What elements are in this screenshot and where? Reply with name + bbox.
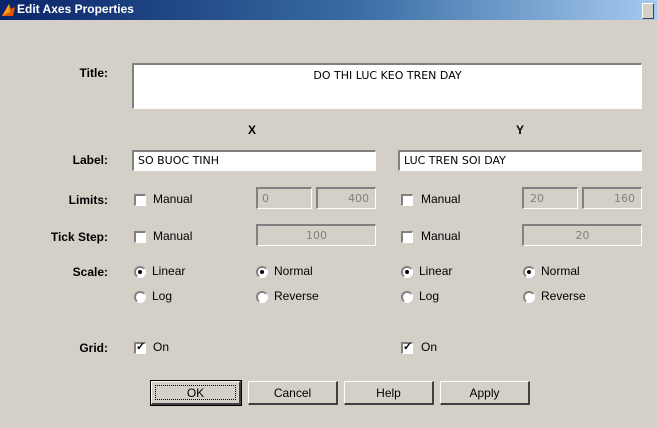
radio-selected-dot (405, 270, 409, 274)
window-control-button[interactable] (642, 3, 654, 19)
x-direction-normal-radio[interactable] (256, 266, 268, 278)
x-grid-checkbox[interactable]: ✓ (134, 341, 146, 354)
y-direction-reverse-label: Reverse (541, 289, 586, 303)
y-limits-manual-checkbox[interactable] (401, 194, 413, 206)
title-bar[interactable]: Edit Axes Properties (0, 0, 657, 20)
y-direction-normal-radio[interactable] (523, 266, 535, 278)
x-limits-manual-label: Manual (153, 192, 193, 206)
y-tick-manual-checkbox[interactable] (401, 231, 413, 243)
help-button-label: Help (376, 386, 401, 400)
y-label-field[interactable]: LUC TREN SOI DAY (398, 150, 642, 171)
y-direction-normal-label: Normal (541, 264, 580, 278)
y-tick-step-field[interactable]: 20 (522, 224, 642, 246)
window-title: Edit Axes Properties (17, 2, 134, 16)
title-field[interactable]: DO THI LUC KEO TREN DAY (132, 63, 642, 109)
checkmark-icon: ✓ (136, 341, 146, 353)
y-scale-log-radio[interactable] (401, 291, 413, 303)
scale-label: Scale: (72, 265, 108, 279)
x-tick-step-field[interactable]: 100 (256, 224, 376, 246)
y-scale-log-label: Log (419, 289, 440, 303)
edit-axes-dialog: Edit Axes Properties Title: DO THI LUC K… (0, 0, 657, 428)
apply-button-label: Apply (469, 386, 500, 400)
x-tick-manual-checkbox[interactable] (134, 231, 146, 243)
x-axis-header: X (248, 123, 257, 137)
x-limit-min-field[interactable]: 0 (256, 187, 312, 209)
grid-label: Grid: (79, 341, 108, 355)
x-grid-on-label: On (153, 340, 170, 354)
cancel-button-label: Cancel (273, 386, 312, 400)
y-scale-linear-radio[interactable] (401, 266, 413, 278)
x-scale-linear-radio[interactable] (134, 266, 146, 278)
ok-button[interactable]: OK (150, 380, 242, 406)
y-axis-header: Y (516, 123, 525, 137)
y-limit-max-field[interactable]: 160 (582, 187, 642, 209)
x-limits-manual-checkbox[interactable] (134, 194, 146, 206)
x-tick-step-value: 100 (306, 229, 327, 242)
focus-rectangle (155, 385, 236, 400)
y-label-value: LUC TREN SOI DAY (404, 154, 506, 167)
y-limit-min-field[interactable]: 20 (522, 187, 578, 209)
title-value: DO THI LUC KEO TREN DAY (313, 69, 462, 82)
y-limits-manual-label: Manual (421, 192, 461, 206)
x-scale-log-label: Log (152, 289, 173, 303)
radio-selected-dot (138, 270, 142, 274)
tick-step-label: Tick Step: (50, 230, 108, 244)
y-grid-on-label: On (421, 340, 438, 354)
y-tick-step-value: 20 (575, 229, 590, 242)
x-label-field[interactable]: SO BUOC TINH (132, 150, 376, 171)
x-label-value: SO BUOC TINH (138, 154, 220, 167)
matlab-icon (2, 4, 15, 16)
label-label: Label: (72, 153, 108, 167)
apply-button[interactable]: Apply (440, 381, 530, 405)
x-direction-reverse-label: Reverse (274, 289, 319, 303)
y-limit-max-value: 160 (614, 192, 635, 205)
help-button[interactable]: Help (344, 381, 434, 405)
y-limit-min-value: 20 (530, 192, 544, 205)
x-direction-normal-label: Normal (274, 264, 313, 278)
x-limit-max-field[interactable]: 400 (316, 187, 376, 209)
y-scale-linear-label: Linear (419, 264, 453, 278)
x-scale-log-radio[interactable] (134, 291, 146, 303)
y-tick-manual-label: Manual (421, 229, 461, 243)
x-tick-manual-label: Manual (153, 229, 193, 243)
y-direction-reverse-radio[interactable] (523, 291, 535, 303)
radio-selected-dot (260, 270, 264, 274)
x-limit-min-value: 0 (262, 192, 269, 205)
x-scale-linear-label: Linear (152, 264, 186, 278)
y-grid-checkbox[interactable]: ✓ (401, 341, 413, 354)
radio-selected-dot (527, 270, 531, 274)
checkmark-icon: ✓ (403, 341, 413, 353)
title-label: Title: (79, 66, 108, 80)
x-direction-reverse-radio[interactable] (256, 291, 268, 303)
cancel-button[interactable]: Cancel (248, 381, 338, 405)
x-limit-max-value: 400 (348, 192, 369, 205)
limits-label: Limits: (68, 193, 108, 207)
